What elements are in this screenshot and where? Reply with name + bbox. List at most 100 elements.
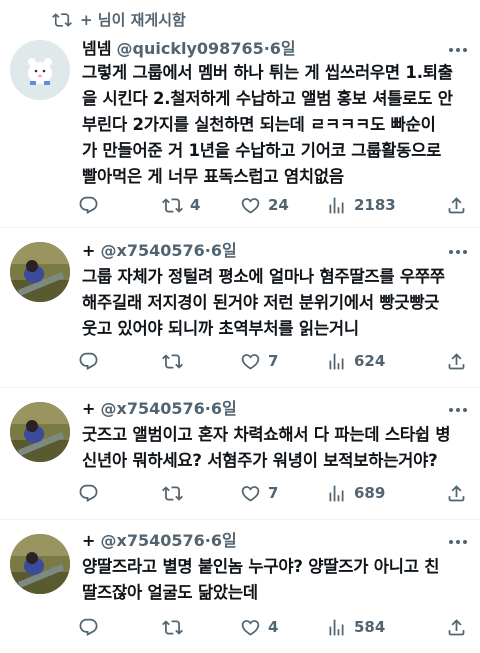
repost-icon [162, 485, 183, 501]
repost-button[interactable]: 4 [162, 190, 200, 220]
tweet-text-line: 양딸즈라고 별명 붙인놈 누구야? 양딸즈가 아니고 친 [82, 557, 440, 576]
tweet-text-line: 신년아 뭐하세요? 서혐주가 워녕이 보적보하는거야? [82, 451, 438, 470]
repost-button[interactable] [162, 612, 190, 642]
tweet[interactable]: + @x7540576·6일 그룹 자체가 정털려 평소에 얼마나 혐주딸즈를 … [0, 228, 480, 388]
view-count: 689 [354, 484, 386, 502]
handle[interactable]: @x7540576 [101, 531, 205, 550]
handle[interactable]: @x7540576 [101, 241, 205, 260]
action-bar: 7 624 [74, 346, 474, 376]
display-name[interactable]: + [82, 531, 95, 550]
avatar-image [10, 534, 70, 594]
share-icon [448, 484, 465, 501]
avatar-image [10, 242, 70, 302]
tweet-text: 양딸즈라고 별명 붙인놈 누구야? 양딸즈가 아니고 친 딸즈잖아 얼굴도 닮았… [82, 554, 470, 606]
share-button[interactable] [446, 346, 467, 376]
reply-icon [79, 352, 98, 370]
share-button[interactable] [446, 478, 467, 508]
repost-icon [162, 353, 183, 369]
views-button[interactable]: 2183 [326, 190, 396, 220]
tweet[interactable]: + @x7540576·6일 양딸즈라고 별명 붙인놈 누구야? 양딸즈가 아니… [0, 520, 480, 653]
tweet-text: 굿즈고 앨범이고 혼자 차력쇼해서 다 파는데 스타쉽 병 신년아 뭐하세요? … [82, 422, 470, 474]
share-icon [448, 352, 465, 369]
tweet-text-line: 그룹 자체가 정털려 평소에 얼마나 혐주딸즈를 우쭈쭈 [82, 267, 445, 286]
more-icon[interactable] [446, 242, 470, 262]
views-button[interactable]: 624 [326, 346, 385, 376]
repost-banner: + 님이 재게시함 [0, 0, 480, 40]
tweet-header: 넴넴 @quickly098765·6일 [82, 38, 296, 60]
tweet-text-line: 웃고 있어야 되니까 초역부처를 읽는거니 [82, 319, 359, 338]
reply-button[interactable] [78, 478, 106, 508]
display-name[interactable]: 넴넴 [82, 39, 111, 58]
display-name[interactable]: + [82, 399, 95, 418]
view-count: 624 [354, 352, 386, 370]
handle[interactable]: @quickly098765 [117, 39, 264, 58]
heart-icon [241, 197, 260, 214]
tweet-text-line: 부린다 2가지를 실천하면 되는데 ㄹㅋㅋㅋ도 빠순이 [82, 115, 436, 134]
avatar-image [10, 402, 70, 462]
action-bar: 7 689 [74, 478, 474, 508]
views-icon [329, 197, 344, 213]
tweet-text-line: 해주길래 저지경이 된거야 저런 분위기에서 빵긋빵긋 [82, 293, 440, 312]
like-count: 4 [268, 618, 279, 636]
like-button[interactable]: 7 [240, 346, 278, 376]
action-bar: 4 584 [74, 612, 474, 642]
more-icon[interactable] [446, 40, 470, 60]
reply-button[interactable] [78, 346, 106, 376]
avatar[interactable] [10, 402, 70, 462]
display-name[interactable]: + [82, 241, 95, 260]
timestamp[interactable]: 6일 [211, 241, 237, 260]
tweet-text-line: 을 시킨다 2.철저하게 수납하고 앨범 홍보 셔틀로도 안 [82, 89, 453, 108]
share-button[interactable] [446, 612, 467, 642]
repost-icon [52, 13, 72, 27]
tweet-text: 그렇게 그룹에서 멤버 하나 튀는 게 씹쓰러우면 1.퇴출 을 시킨다 2.철… [82, 60, 470, 190]
tweet[interactable]: 넴넴 @quickly098765·6일 그렇게 그룹에서 멤버 하나 튀는 게… [0, 36, 480, 228]
avatar[interactable] [10, 242, 70, 302]
heart-icon [241, 619, 260, 636]
views-button[interactable]: 584 [326, 612, 385, 642]
action-bar: 4 24 2183 [74, 190, 474, 220]
share-icon [448, 196, 465, 213]
reply-button[interactable] [78, 190, 106, 220]
heart-icon [241, 353, 260, 370]
tweet-text-line: 가 만들어준 거 1년을 수납하고 기어코 그룹활동으로 [82, 141, 442, 160]
avatar[interactable] [10, 534, 70, 594]
like-count: 24 [268, 196, 289, 214]
repost-button[interactable] [162, 478, 190, 508]
timestamp[interactable]: 6일 [211, 399, 237, 418]
like-count: 7 [268, 484, 279, 502]
tweet-header: + @x7540576·6일 [82, 240, 237, 262]
repost-icon [162, 197, 183, 213]
heart-icon [241, 485, 260, 502]
views-button[interactable]: 689 [326, 478, 385, 508]
timestamp[interactable]: 6일 [270, 39, 296, 58]
tweet-text-line: 딸즈잖아 얼굴도 닮았는데 [82, 583, 258, 602]
reply-icon [79, 484, 98, 502]
views-icon [329, 485, 344, 501]
tweet-text: 그룹 자체가 정털려 평소에 얼마나 혐주딸즈를 우쭈쭈 해주길래 저지경이 된… [82, 264, 470, 342]
share-icon [448, 618, 465, 635]
handle[interactable]: @x7540576 [101, 399, 205, 418]
reply-icon [79, 196, 98, 214]
share-button[interactable] [446, 190, 467, 220]
reply-icon [79, 618, 98, 636]
tweet-header: + @x7540576·6일 [82, 398, 237, 420]
avatar[interactable] [10, 40, 70, 100]
avatar-image [10, 40, 70, 100]
more-icon[interactable] [446, 532, 470, 552]
reply-button[interactable] [78, 612, 106, 642]
like-button[interactable]: 24 [240, 190, 289, 220]
repost-icon [162, 619, 183, 635]
like-button[interactable]: 7 [240, 478, 278, 508]
repost-button[interactable] [162, 346, 190, 376]
tweet-text-line: 굿즈고 앨범이고 혼자 차력쇼해서 다 파는데 스타쉽 병 [82, 425, 451, 444]
tweet[interactable]: + @x7540576·6일 굿즈고 앨범이고 혼자 차력쇼해서 다 파는데 스… [0, 388, 480, 520]
repost-count: 4 [190, 196, 201, 214]
tweet-text-line: 빨아먹은 게 너무 표독스럽고 염치없음 [82, 167, 344, 186]
views-icon [329, 619, 344, 635]
like-button[interactable]: 4 [240, 612, 278, 642]
views-icon [329, 353, 344, 369]
more-icon[interactable] [446, 400, 470, 420]
timestamp[interactable]: 6일 [211, 531, 237, 550]
like-count: 7 [268, 352, 279, 370]
repost-banner-text: + 님이 재게시함 [80, 11, 186, 29]
